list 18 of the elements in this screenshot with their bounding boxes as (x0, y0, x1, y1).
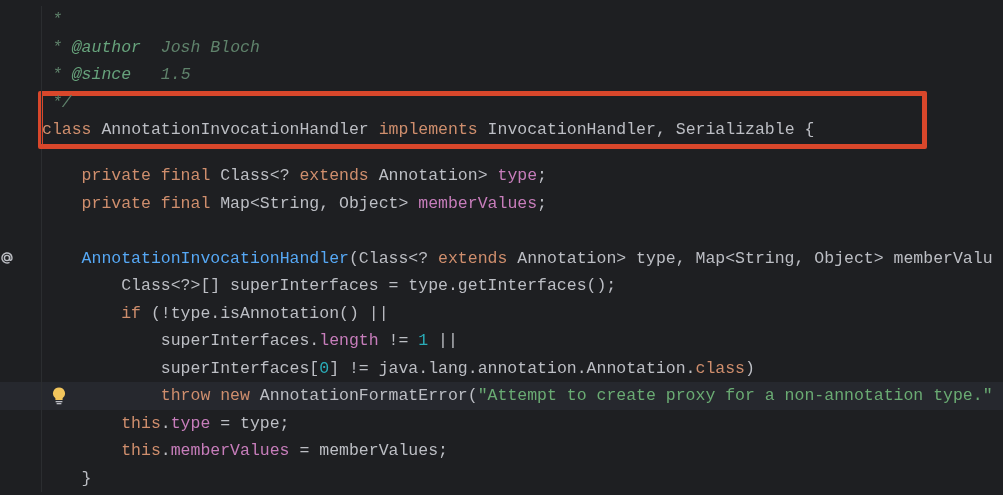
comment-line: * @since 1.5 (51, 64, 191, 86)
code-line: AnnotationInvocationHandler(Class<? extends Annotation> type, Map<String, Object> memberValu (81, 247, 993, 270)
lightbulb-icon[interactable] (52, 387, 66, 405)
comment-line: * (51, 9, 62, 31)
comment-line: * @author Josh Bloch (51, 36, 260, 59)
code-line: private final Class<? extends Annotation> type; (81, 165, 547, 187)
code-line: } (81, 467, 92, 490)
code-line: superInterfaces[0] != java.lang.annotation.Annotation.class) (160, 357, 755, 380)
code-line: class AnnotationInvocationHandler implements InvocationHandler, Serializable { (42, 119, 815, 141)
at-sign-icon[interactable] (0, 250, 14, 267)
code-line: if (!type.isAnnotation() || (121, 302, 389, 325)
code-line: throw new AnnotationFormatError("Attempt to create proxy for a non-annotation type." (160, 385, 993, 407)
comment-line: */ (51, 91, 72, 114)
code-line: this.memberValues = memberValues; (121, 440, 448, 462)
code-line: private final Map<String, Object> memberValues; (81, 192, 547, 215)
code-line: Class<?>[] superInterfaces = type.getInterfaces(); (121, 275, 617, 297)
code-line: this.type = type; (121, 412, 290, 435)
code-line: superInterfaces.length != 1 || (160, 330, 458, 352)
